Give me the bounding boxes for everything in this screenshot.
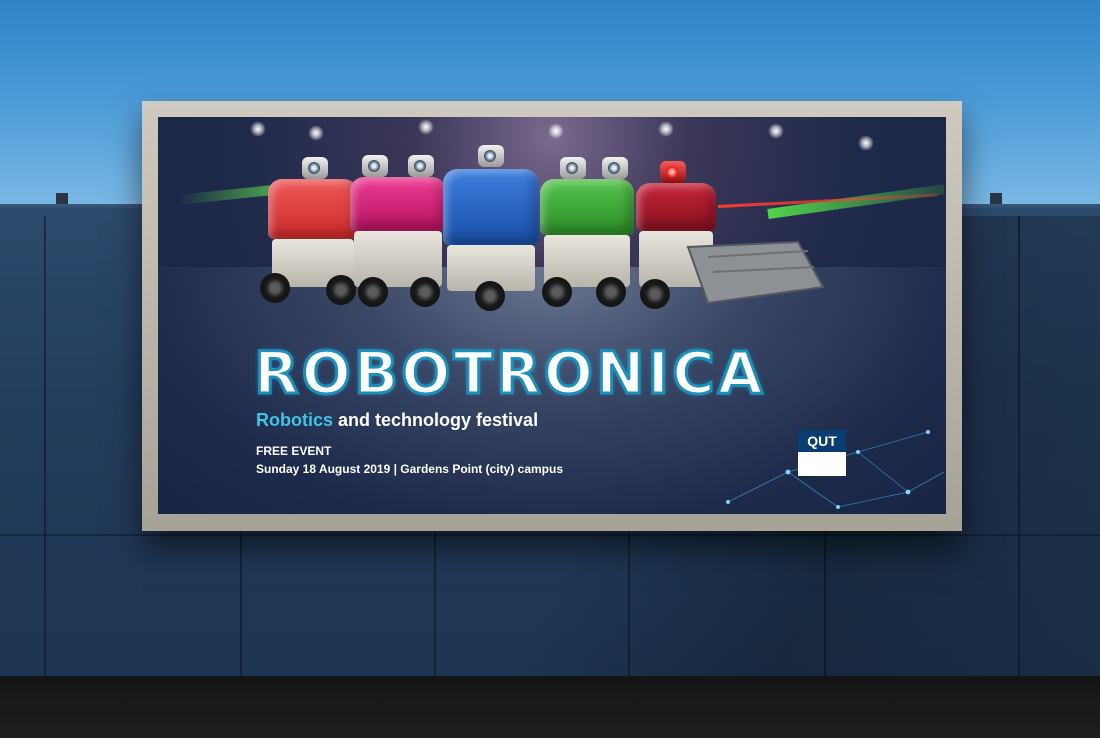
stadium-light — [308, 125, 324, 141]
poster-title: ROBOTRONICA — [253, 338, 766, 409]
red-robot — [260, 157, 358, 307]
ground — [0, 676, 1100, 738]
billboard-poster: ROBOTRONICA Robotics and technology fest… — [158, 117, 946, 514]
qut-logo-text: QUT — [798, 430, 846, 452]
stadium-light — [858, 135, 874, 151]
stadium-light — [658, 121, 674, 137]
stadium-light — [548, 123, 564, 139]
poster-subtitle: Robotics and technology festival — [256, 410, 538, 431]
bulldozer-scoop — [686, 240, 825, 305]
billboard-frame: ROBOTRONICA Robotics and technology fest… — [142, 101, 962, 531]
blue-robot — [443, 145, 539, 315]
subtitle-rest: and technology festival — [338, 410, 539, 430]
free-event-label: FREE EVENT — [256, 444, 332, 458]
event-date-location: Sunday 18 August 2019 | Gardens Point (c… — [256, 462, 563, 476]
green-robot — [540, 157, 634, 307]
stadium-light — [250, 121, 266, 137]
magenta-robot — [350, 155, 446, 307]
subtitle-highlight: Robotics — [256, 410, 334, 430]
stadium-light — [768, 123, 784, 139]
stadium-light — [418, 119, 434, 135]
qut-logo: QUT — [798, 430, 846, 476]
